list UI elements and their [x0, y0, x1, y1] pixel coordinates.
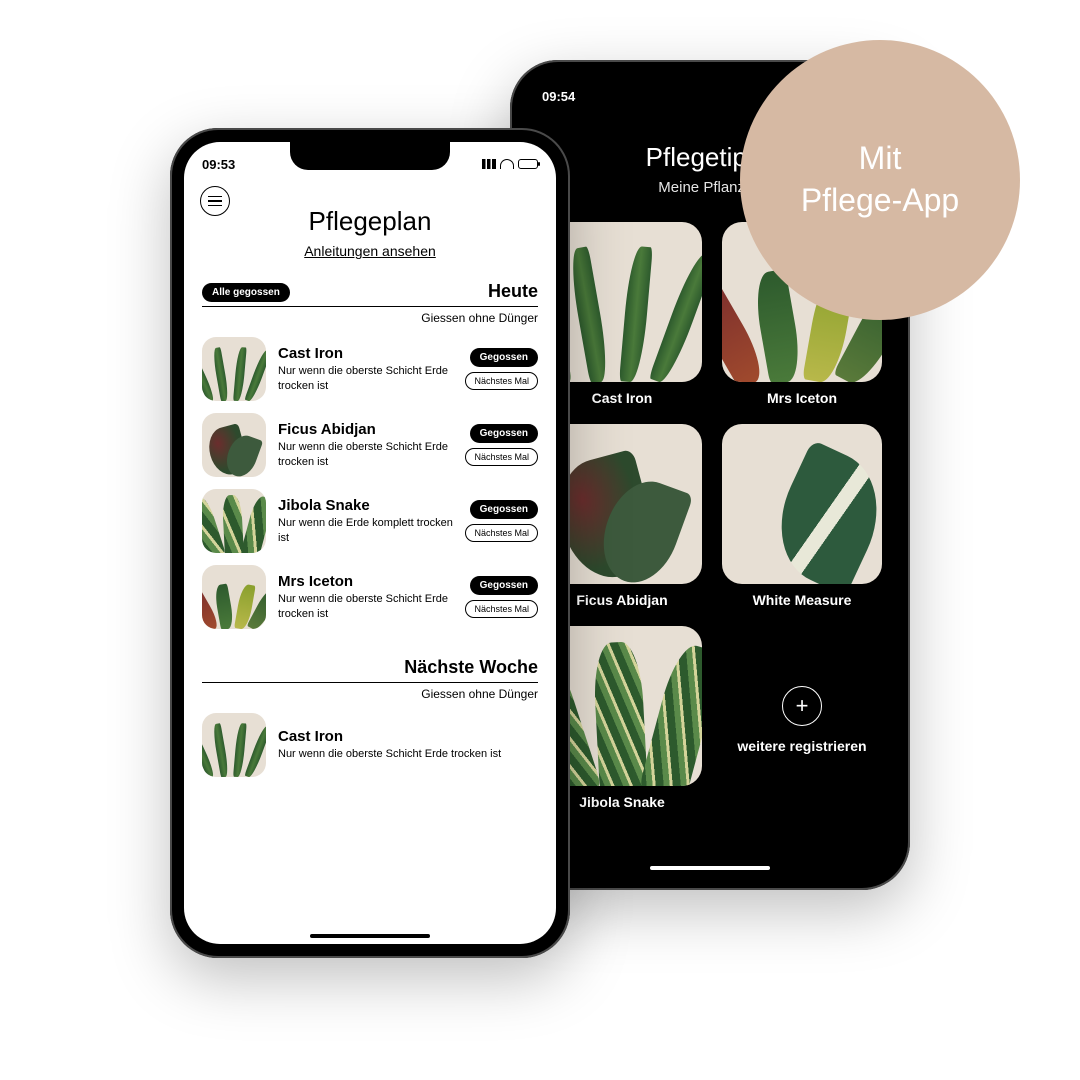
watered-button[interactable]: Gegossen — [470, 424, 538, 443]
plant-row[interactable]: Jibola Snake Nur wenn die Erde komplett t… — [184, 477, 556, 553]
badge-line2: Pflege-App — [801, 180, 959, 222]
section-heading-today: Heute — [488, 281, 538, 302]
add-plant-label: weitere registrieren — [737, 738, 866, 754]
plant-name: Jibola Snake — [278, 497, 453, 514]
watered-button[interactable]: Gegossen — [470, 500, 538, 519]
plant-name: Cast Iron — [278, 345, 453, 362]
menu-icon[interactable] — [200, 186, 230, 216]
plant-desc: Nur wenn die oberste Schicht Erde trocke… — [278, 440, 453, 469]
plant-thumb — [202, 337, 266, 401]
plant-actions: Gegossen Nächstes Mal — [465, 500, 538, 542]
plant-row[interactable]: Cast Iron Nur wenn die oberste Schicht Er… — [184, 701, 556, 777]
notch — [290, 142, 450, 170]
next-time-button[interactable]: Nächstes Mal — [465, 372, 538, 390]
plant-desc: Nur wenn die oberste Schicht Erde trocke… — [278, 592, 453, 621]
plant-actions: Gegossen Nächstes Mal — [465, 576, 538, 618]
plant-desc: Nur wenn die Erde komplett trocken ist — [278, 516, 453, 545]
plus-icon[interactable]: + — [782, 686, 822, 726]
plant-thumb — [202, 489, 266, 553]
plant-row[interactable]: Mrs Iceton Nur wenn die oberste Schicht E… — [184, 553, 556, 629]
plant-row[interactable]: Ficus Abidjan Nur wenn die oberste Schich… — [184, 401, 556, 477]
next-time-button[interactable]: Nächstes Mal — [465, 448, 538, 466]
plant-info: Cast Iron Nur wenn die oberste Schicht Er… — [278, 728, 538, 761]
next-time-button[interactable]: Nächstes Mal — [465, 600, 538, 618]
plant-label: Ficus Abidjan — [576, 592, 667, 608]
plant-label: White Measure — [753, 592, 852, 608]
plant-info: Mrs Iceton Nur wenn die oberste Schicht E… — [278, 573, 453, 621]
plant-name: Cast Iron — [278, 728, 538, 745]
instructions-link[interactable]: Anleitungen ansehen — [184, 243, 556, 259]
plant-desc: Nur wenn die oberste Schicht Erde trocke… — [278, 364, 453, 393]
status-time: 09:54 — [542, 89, 575, 104]
plant-info: Jibola Snake Nur wenn die Erde komplett t… — [278, 497, 453, 545]
section-sub-today: Giessen ohne Dünger — [202, 311, 538, 325]
plant-name: Mrs Iceton — [278, 573, 453, 590]
plant-thumb — [722, 424, 882, 584]
plant-thumb — [202, 713, 266, 777]
plant-tile[interactable]: White Measure — [722, 424, 882, 608]
section-heading-nextweek: Nächste Woche — [404, 657, 538, 678]
plant-thumb — [202, 565, 266, 629]
watered-button[interactable]: Gegossen — [470, 348, 538, 367]
plant-label: Cast Iron — [592, 390, 653, 406]
promo-badge: Mit Pflege-App — [740, 40, 1020, 320]
badge-line1: Mit — [859, 138, 902, 180]
plant-info: Cast Iron Nur wenn die oberste Schicht Er… — [278, 345, 453, 393]
plant-row[interactable]: Cast Iron Nur wenn die oberste Schicht Er… — [184, 325, 556, 401]
page-title: Pflegeplan — [184, 206, 556, 237]
plant-info: Ficus Abidjan Nur wenn die oberste Schich… — [278, 421, 453, 469]
watered-button[interactable]: Gegossen — [470, 576, 538, 595]
phone-front: 09:53 Pflegeplan Anleitungen ansehen All… — [170, 128, 570, 958]
signal-icon — [482, 159, 496, 169]
next-time-button[interactable]: Nächstes Mal — [465, 524, 538, 542]
plant-actions: Gegossen Nächstes Mal — [465, 348, 538, 390]
plant-desc: Nur wenn die oberste Schicht Erde trocke… — [278, 747, 538, 761]
status-time: 09:53 — [202, 157, 235, 172]
section-sub-nextweek: Giessen ohne Dünger — [202, 687, 538, 701]
wifi-icon — [500, 159, 514, 169]
add-plant-tile[interactable]: + weitere registrieren — [722, 626, 882, 810]
home-indicator[interactable] — [650, 866, 770, 870]
plant-thumb — [202, 413, 266, 477]
plant-label: Jibola Snake — [579, 794, 665, 810]
plant-label: Mrs Iceton — [767, 390, 837, 406]
battery-icon — [518, 159, 538, 169]
home-indicator[interactable] — [310, 934, 430, 938]
all-watered-button[interactable]: Alle gegossen — [202, 283, 290, 302]
plant-actions: Gegossen Nächstes Mal — [465, 424, 538, 466]
plant-name: Ficus Abidjan — [278, 421, 453, 438]
